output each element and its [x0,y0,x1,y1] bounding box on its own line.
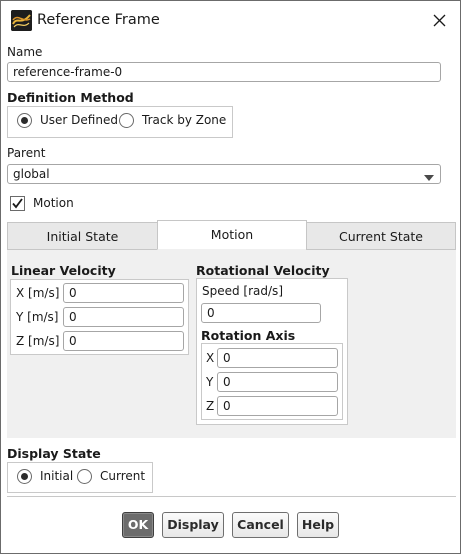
chevron-down-icon[interactable] [424,171,434,185]
radio-track-by-zone-label[interactable]: Track by Zone [142,113,226,127]
linear-z-input[interactable]: 0 [63,331,184,351]
tab-motion[interactable]: Motion [157,220,307,250]
rotational-velocity-label: Rotational Velocity [196,263,330,278]
name-label: Name [7,45,43,59]
title-bar: Reference Frame [1,1,460,41]
radio-user-defined-label[interactable]: User Defined [40,113,118,127]
linear-y-label: Y [m/s] [16,310,59,324]
speed-input[interactable]: 0 [201,303,321,323]
radio-initial-label[interactable]: Initial [40,469,73,483]
tab-current-state[interactable]: Current State [306,222,456,250]
ok-button[interactable]: OK [122,512,154,538]
parent-dropdown[interactable]: global [7,164,441,184]
definition-method-label: Definition Method [7,90,134,105]
rotation-axis-label: Rotation Axis [201,328,296,343]
parent-label: Parent [7,146,46,160]
motion-checkbox-label[interactable]: Motion [33,196,74,210]
parent-dropdown-value: global [13,167,50,181]
radio-track-by-zone[interactable] [119,113,134,128]
radio-current-label[interactable]: Current [100,469,145,483]
linear-x-label: X [m/s] [16,286,60,300]
reference-frame-dialog: Reference Frame Name reference-frame-0 D… [0,0,461,554]
cancel-button[interactable]: Cancel [232,512,289,538]
linear-x-input[interactable]: 0 [63,283,184,303]
axis-z-label: Z [206,399,215,413]
display-button[interactable]: Display [162,512,224,538]
dialog-content: Name reference-frame-0 Definition Method… [1,41,460,553]
motion-checkbox[interactable] [10,196,25,211]
radio-initial[interactable] [17,469,32,484]
linear-velocity-label: Linear Velocity [11,263,116,278]
linear-y-input[interactable]: 0 [63,307,184,327]
tab-initial-state[interactable]: Initial State [7,222,158,250]
axis-x-label: X [206,351,215,365]
radio-user-defined[interactable] [17,113,32,128]
axis-y-input[interactable]: 0 [217,372,338,392]
display-state-label: Display State [7,446,101,461]
help-button[interactable]: Help [297,512,339,538]
speed-label: Speed [rad/s] [202,284,283,298]
radio-current[interactable] [77,469,92,484]
button-separator [7,496,456,497]
name-input[interactable]: reference-frame-0 [7,62,441,82]
axis-x-input[interactable]: 0 [217,348,338,368]
dialog-title: Reference Frame [37,12,160,28]
close-icon[interactable] [425,7,453,35]
axis-z-input[interactable]: 0 [217,396,338,416]
fluent-app-icon [11,10,32,31]
linear-z-label: Z [m/s] [16,334,60,348]
axis-y-label: Y [206,375,214,389]
